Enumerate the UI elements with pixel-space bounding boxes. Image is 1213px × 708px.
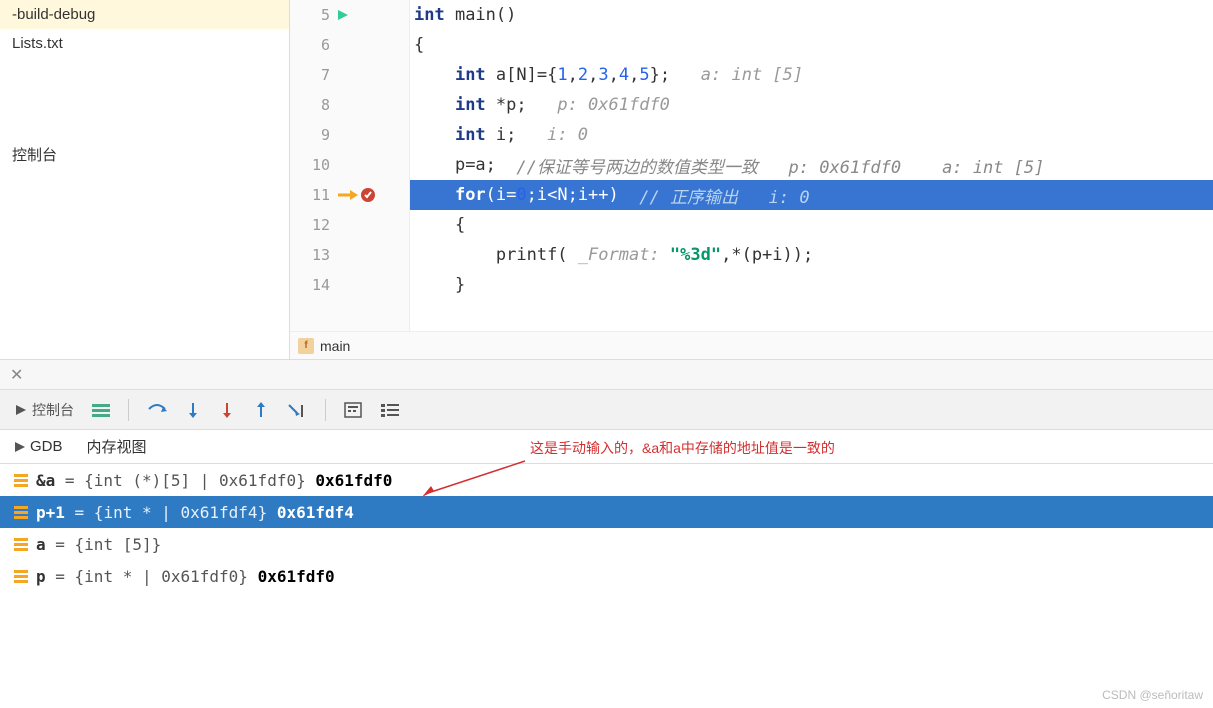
annotation-text: 这是手动输入的，&a和a中存储的地址值是一致的	[530, 438, 835, 458]
bars-icon	[14, 506, 28, 519]
bars-icon	[14, 538, 28, 551]
watch-row[interactable]: a = {int [5]}	[0, 528, 1213, 560]
execution-arrow-icon	[336, 188, 358, 202]
function-icon: f	[298, 338, 314, 354]
line-number: 11	[290, 186, 330, 204]
line-number: 14	[290, 276, 330, 294]
line-number: 5	[290, 6, 330, 24]
close-icon[interactable]: ✕	[10, 365, 23, 385]
code-line[interactable]: int *p; p: 0x61fdf0	[410, 90, 1213, 120]
tab-memory[interactable]: 内存视图	[87, 436, 147, 457]
gutter-row[interactable]: 8	[290, 90, 409, 120]
gutter-row[interactable]: 13	[290, 240, 409, 270]
debug-toolbar: 控制台	[0, 390, 1213, 430]
gutter[interactable]: 5 6 7 8 9 10 11 12 13 14	[290, 0, 410, 331]
line-number: 12	[290, 216, 330, 234]
tab-gdb[interactable]: GDB	[14, 438, 63, 455]
gutter-row[interactable]: 9	[290, 120, 409, 150]
gutter-row[interactable]: 12	[290, 210, 409, 240]
code-line[interactable]: p=a; //保证等号两边的数值类型一致 p: 0x61fdf0 a: int …	[410, 150, 1213, 180]
line-number: 8	[290, 96, 330, 114]
line-number: 9	[290, 126, 330, 144]
code-lines[interactable]: int main(){ int a[N]={1,2,3,4,5}; a: int…	[410, 0, 1213, 331]
menu-icon[interactable]	[92, 403, 110, 417]
force-step-icon[interactable]	[219, 401, 235, 419]
code-line[interactable]: {	[410, 210, 1213, 240]
code-line[interactable]: for(i=0;i<N;i++) // 正序输出 i: 0	[410, 180, 1213, 210]
gutter-row[interactable]: 7	[290, 60, 409, 90]
watch-row[interactable]: p+1 = {int * | 0x61fdf4} 0x61fdf4	[0, 496, 1213, 528]
code-line[interactable]: {	[410, 30, 1213, 60]
watches-pane: 这是手动输入的，&a和a中存储的地址值是一致的 &a = {int (*)[5]…	[0, 464, 1213, 592]
play-icon	[14, 403, 28, 417]
step-over-icon[interactable]	[147, 401, 167, 419]
line-number: 10	[290, 156, 330, 174]
gutter-row[interactable]: 10	[290, 150, 409, 180]
bars-icon	[14, 474, 28, 487]
run-icon[interactable]	[336, 8, 350, 22]
watermark: CSDN @señoritaw	[1102, 688, 1203, 702]
code-line[interactable]: int main()	[410, 0, 1213, 30]
debug-panel: ✕ 控制台 GDB 内存视图 这是手动输入的，&a和a中存储的地址值是一致的 &	[0, 360, 1213, 592]
code-line[interactable]: printf( _Format: "%3d",*(p+i));	[410, 240, 1213, 270]
trace-icon[interactable]	[380, 402, 400, 418]
step-out-icon[interactable]	[253, 401, 269, 419]
gutter-row[interactable]: 5	[290, 0, 409, 30]
sidebar-item-lists[interactable]: Lists.txt	[0, 29, 289, 58]
console-button[interactable]: 控制台	[14, 400, 74, 420]
editor: 567891011121314 int main(){ int a[N]={1,…	[290, 0, 1213, 359]
code-line[interactable]: int i; i: 0	[410, 120, 1213, 150]
breadcrumb-label: main	[320, 338, 350, 354]
code-line[interactable]: }	[410, 270, 1213, 300]
gutter-row[interactable]: 11	[290, 180, 409, 210]
evaluate-icon[interactable]	[344, 402, 362, 418]
breadcrumb[interactable]: f main	[290, 331, 1213, 359]
bars-icon	[14, 570, 28, 583]
sidebar-item-build-debug[interactable]: -build-debug	[0, 0, 289, 29]
line-number: 13	[290, 246, 330, 264]
line-number: 6	[290, 36, 330, 54]
line-number: 7	[290, 66, 330, 84]
gutter-row[interactable]: 6	[290, 30, 409, 60]
step-into-icon[interactable]	[185, 401, 201, 419]
watch-row[interactable]: &a = {int (*)[5] | 0x61fdf0} 0x61fdf0	[0, 464, 1213, 496]
play-icon	[14, 441, 26, 453]
sidebar-console-label: 控制台	[0, 138, 289, 171]
watch-row[interactable]: p = {int * | 0x61fdf0} 0x61fdf0	[0, 560, 1213, 592]
sidebar: -build-debug Lists.txt 控制台	[0, 0, 290, 359]
annotation-arrow	[420, 459, 530, 499]
run-to-cursor-icon[interactable]	[287, 401, 307, 419]
breakpoint-icon[interactable]	[360, 187, 376, 203]
code-line[interactable]: int a[N]={1,2,3,4,5}; a: int [5]	[410, 60, 1213, 90]
gutter-row[interactable]: 14	[290, 270, 409, 300]
